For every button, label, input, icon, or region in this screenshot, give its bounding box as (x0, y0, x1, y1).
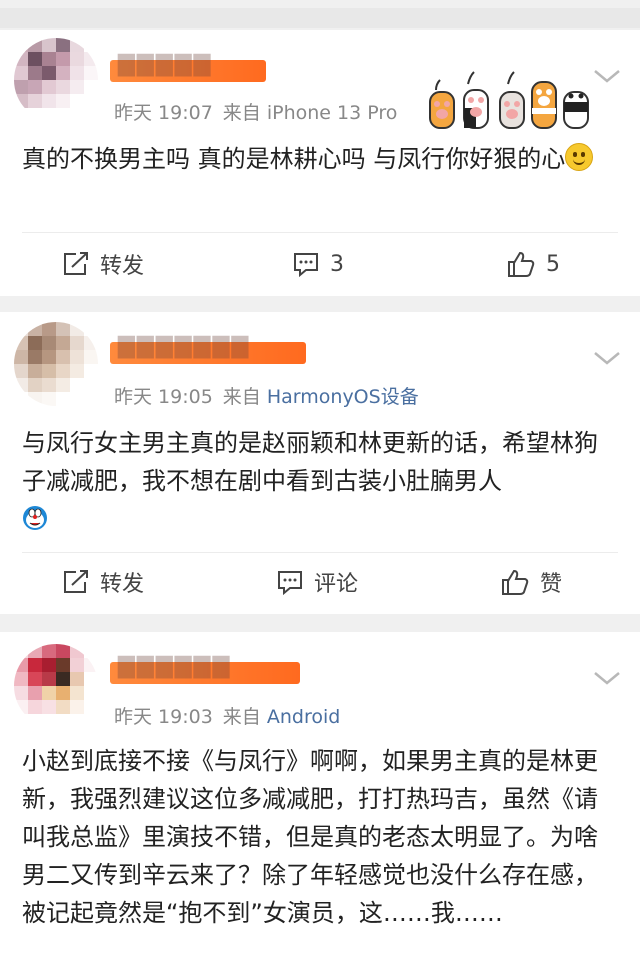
chevron-down-icon[interactable] (592, 668, 622, 688)
source-prefix: 来自 (222, 102, 261, 124)
source-prefix: 来自 (222, 706, 261, 728)
action-bar: 转发 3 5 (0, 234, 640, 294)
post-card-2[interactable]: ▇▇▇▇▇▇▇ 昨天 19:05 来自 HarmonyOS设备 与凤行女主男主真的… (0, 312, 640, 614)
source-device[interactable]: Android (267, 706, 340, 728)
like-button[interactable]: 赞 (500, 552, 562, 612)
post-card-3[interactable]: ▇▇▇▇▇▇ 昨天 19:03 来自 Android 小赵到底接不接《与凤行》啊啊… (0, 632, 640, 973)
post-meta: 昨天 19:03 来自 Android (114, 702, 340, 729)
username-redacted[interactable]: ▇▇▇▇▇▇▇ (110, 334, 306, 364)
repost-label: 转发 (100, 254, 145, 279)
comment-icon (294, 253, 318, 277)
username-redacted[interactable]: ▇▇▇▇▇▇ (110, 654, 300, 684)
username-redacted[interactable]: ▇▇▇▇▇ (110, 52, 266, 82)
avatar[interactable] (14, 38, 98, 122)
chevron-down-icon[interactable] (592, 348, 622, 368)
like-label: 赞 (540, 572, 563, 597)
repost-button[interactable]: 转发 (62, 552, 144, 612)
thumbs-up-icon (508, 251, 535, 277)
comment-button[interactable]: 3 (292, 234, 344, 294)
paw-stickers-icon (428, 68, 594, 130)
post-meta: 昨天 19:05 来自 HarmonyOS设备 (114, 382, 419, 409)
comment-icon (278, 571, 302, 595)
thumbs-up-icon (502, 569, 529, 595)
top-strip (0, 0, 640, 30)
avatar[interactable] (14, 644, 98, 728)
post-time: 昨天 19:07 (114, 102, 213, 124)
post-time: 昨天 19:03 (114, 706, 213, 728)
post-content: 真的不换男主吗 真的是林耕心吗 与凤行你好狠的心 (22, 140, 618, 178)
smile-emoji-icon (565, 143, 594, 171)
comment-label: 评论 (314, 572, 359, 597)
post-time: 昨天 19:05 (114, 386, 213, 408)
comment-count: 3 (330, 251, 344, 277)
avatar[interactable] (14, 322, 98, 406)
repost-label: 转发 (100, 572, 145, 597)
source-prefix: 来自 (222, 386, 261, 408)
source-device[interactable]: HarmonyOS设备 (267, 386, 419, 408)
like-button[interactable]: 5 (506, 234, 560, 294)
doraemon-emoji-icon (23, 506, 47, 530)
chevron-down-icon[interactable] (592, 66, 622, 86)
comment-button[interactable]: 评论 (276, 552, 358, 612)
post-card-1[interactable]: ▇▇▇▇▇ 昨天 19:07 来自 iPhone 13 Pro 真的不换男主吗 真… (0, 30, 640, 296)
like-count: 5 (546, 251, 560, 277)
divider (22, 232, 618, 233)
repost-icon (64, 252, 88, 275)
post-content: 与凤行女主男主真的是赵丽颖和林更新的话，希望林狗子减减肥，我不想在剧中看到古装小… (22, 424, 618, 538)
repost-button[interactable]: 转发 (62, 234, 144, 294)
source-device[interactable]: iPhone 13 Pro (267, 102, 398, 124)
action-bar: 转发 评论 赞 (0, 552, 640, 612)
previous-card-edge (0, 8, 640, 28)
post-meta: 昨天 19:07 来自 iPhone 13 Pro (114, 98, 397, 125)
post-content: 小赵到底接不接《与凤行》啊啊，如果男主真的是林更新，我强烈建议这位多减减肥，打打… (22, 747, 598, 927)
repost-icon (64, 570, 88, 593)
